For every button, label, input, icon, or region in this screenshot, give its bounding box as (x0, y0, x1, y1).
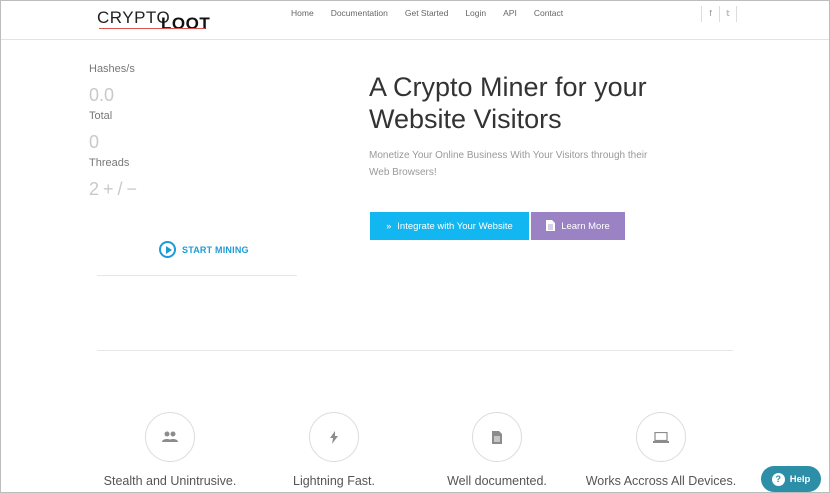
feature-devices: Works Accross All Devices. (581, 412, 741, 488)
nav-get-started[interactable]: Get Started (405, 8, 448, 18)
hero: A Crypto Miner for your Website Visitors… (369, 71, 729, 181)
total-label: Total (89, 110, 113, 122)
nav-documentation[interactable]: Documentation (331, 8, 388, 18)
hero-title-line2: Website Visitors (369, 104, 562, 134)
document-icon (472, 412, 522, 462)
miner-stats: Hashes/s 0.0 Total 0 Threads 2 + / − (89, 63, 299, 200)
hero-subtitle: Monetize Your Online Business With Your … (369, 150, 648, 178)
play-icon (159, 241, 176, 258)
logo-text-loot: LOOT (161, 14, 211, 33)
twitter-icon[interactable]: 𝕥 (719, 6, 736, 22)
nav-login[interactable]: Login (465, 8, 486, 18)
integrate-label: Integrate with Your Website (397, 220, 513, 232)
site-header: CRYPTO LOOT Home Documentation Get Start… (1, 1, 829, 40)
threads-label: Threads (89, 157, 130, 169)
learn-more-label: Learn More (561, 220, 610, 232)
nav-api[interactable]: API (503, 8, 517, 18)
logo[interactable]: CRYPTO LOOT (97, 6, 211, 33)
hashes-label: Hashes/s (89, 63, 135, 75)
lightning-icon (309, 412, 359, 462)
threads-plus-button[interactable]: + (103, 179, 114, 200)
nav-contact[interactable]: Contact (534, 8, 563, 18)
nav-home[interactable]: Home (291, 8, 314, 18)
help-label: Help (789, 473, 811, 485)
laptop-icon (636, 412, 686, 462)
feature-title: Lightning Fast. (293, 474, 375, 488)
hero-title-line1: A Crypto Miner for your (369, 72, 647, 102)
social-links: f 𝕥 (701, 6, 737, 22)
hero-title: A Crypto Miner for your Website Visitors (369, 71, 729, 135)
logo-text-crypto: CRYPTO (97, 8, 171, 27)
facebook-icon[interactable]: f (702, 6, 719, 22)
threads-value: 2 (89, 179, 100, 199)
stats-divider (97, 275, 297, 276)
file-icon (546, 219, 556, 233)
double-chevron-right-icon: » (386, 221, 392, 231)
feature-title: Well documented. (447, 474, 547, 488)
logo-underline (99, 28, 205, 29)
hashes-value: 0.0 (89, 85, 115, 105)
integrate-button[interactable]: » Integrate with Your Website (370, 212, 529, 240)
start-mining-button[interactable]: START MINING (159, 241, 249, 258)
feature-stealth: Stealth and Unintrusive. (90, 412, 250, 488)
start-mining-label: START MINING (182, 244, 249, 255)
total-value: 0 (89, 132, 100, 152)
threads-control: 2 + / − (89, 179, 299, 200)
threads-minus-button[interactable]: − (127, 179, 138, 200)
help-button[interactable]: ? Help (761, 466, 821, 492)
threads-separator: / (117, 179, 123, 199)
section-divider (97, 350, 733, 351)
page: CRYPTO LOOT Home Documentation Get Start… (0, 0, 830, 493)
learn-more-button[interactable]: Learn More (531, 212, 625, 240)
feature-title: Stealth and Unintrusive. (103, 474, 237, 488)
question-icon: ? (771, 472, 785, 486)
feature-title: Works Accross All Devices. (585, 474, 737, 488)
feature-documented: Well documented. (417, 412, 577, 488)
main-nav: Home Documentation Get Started Login API… (291, 8, 580, 18)
users-icon (145, 412, 195, 462)
feature-fast: Lightning Fast. (254, 412, 414, 488)
